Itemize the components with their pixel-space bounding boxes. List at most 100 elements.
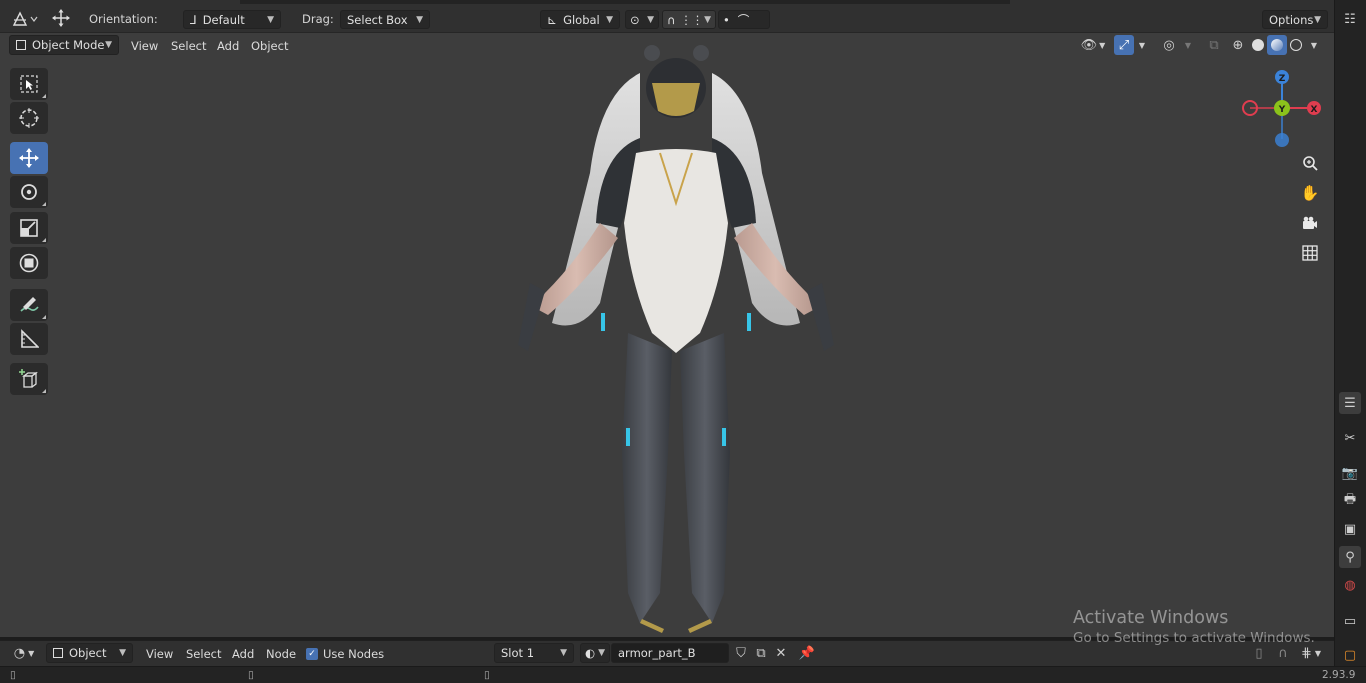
version-label: 2.93.9 [1322, 668, 1356, 681]
material-sphere-icon: ◐ [585, 646, 596, 660]
annotate-tool[interactable] [10, 289, 48, 321]
outliner-icon[interactable]: ☷ [1339, 8, 1361, 30]
visibility-eye-icon[interactable]: 👁 ▼ [1077, 35, 1109, 55]
backdrop-icon[interactable]: ▯ [1248, 643, 1270, 663]
rendered-shading-icon[interactable] [1286, 35, 1306, 55]
editor-type-icon[interactable]: ◔ ▼ [8, 643, 40, 663]
global-axis-icon: ⊾ [547, 12, 558, 27]
transform-tool[interactable] [10, 247, 48, 279]
collection-properties-icon[interactable]: ▭ [1339, 610, 1361, 632]
xray-icon[interactable]: ⧉ [1203, 35, 1225, 55]
use-nodes-checkbox[interactable]: ✓ Use Nodes [306, 646, 384, 662]
view-layer-icon[interactable]: ▣ [1339, 518, 1361, 540]
object-properties-icon[interactable]: ▢ [1339, 644, 1361, 666]
move-tool[interactable] [10, 142, 48, 174]
shader-menu-add[interactable]: Add [232, 646, 254, 662]
pan-hand-icon[interactable]: ✋ [1297, 180, 1323, 206]
proportional-edit-dropdown[interactable]: • ⌒ [718, 10, 770, 29]
snap-magnet-icon: ∩ [667, 12, 676, 27]
snap-dropdown[interactable]: ∩ ⋮⋮ ▼ [662, 10, 716, 29]
duplicate-material-icon[interactable]: ⧉ [750, 643, 772, 663]
shader-type-value: Object [69, 646, 107, 660]
rotate-icon [21, 184, 37, 200]
tool-properties-icon[interactable]: ☰ [1339, 392, 1361, 414]
pivot-point-dropdown[interactable]: ⊙ ▼ [625, 10, 659, 29]
select-box-icon [20, 75, 38, 93]
gizmo-z-label: Z [1279, 74, 1286, 84]
gizmo-y-label: Y [1278, 105, 1286, 115]
material-browse-dropdown[interactable]: ◐ ▼ [580, 643, 610, 663]
scene-properties-icon[interactable]: ⚲ [1339, 546, 1361, 568]
menu-object[interactable]: Object [251, 38, 288, 54]
orientation-label: Orientation: [89, 12, 158, 26]
object-mode-dropdown[interactable]: Object Mode ▼ [9, 35, 119, 55]
rotate-tool[interactable] [10, 176, 48, 208]
snapping-icon[interactable]: ∩ [1272, 643, 1294, 663]
grid-icon[interactable] [1297, 240, 1323, 266]
object-mode-value: Object Mode [32, 38, 105, 52]
render-tools-icon[interactable]: ✂ [1339, 427, 1361, 449]
proportional-edit-icon: • [723, 12, 730, 27]
orientation-value: Default [202, 12, 245, 27]
drag-value: Select Box [347, 12, 408, 27]
render-properties-icon[interactable]: 📷 [1339, 462, 1361, 484]
mouse-middle-icon: ▯ [248, 668, 254, 681]
3d-viewport[interactable]: Z X Y ✋ ✓✓✓ [0, 33, 1349, 637]
slot-dropdown[interactable]: Slot 1 ▼ [494, 643, 574, 663]
chevron-down-icon: ▼ [704, 14, 711, 25]
status-bar [0, 666, 1366, 683]
pivot-point-icon: ⊙ [630, 12, 640, 27]
material-shading-icon[interactable] [1267, 35, 1287, 55]
select-box-tool[interactable] [10, 68, 48, 100]
navigation-gizmo[interactable]: Z X Y [1237, 63, 1327, 153]
chevron-down-icon: ▼ [416, 14, 423, 25]
drag-dropdown[interactable]: Select Box ▼ [340, 10, 430, 29]
blender-window: Z X Y ✋ ✓✓✓ [0, 0, 1366, 683]
world-properties-icon[interactable]: ◍ [1339, 574, 1361, 596]
transform-space-value: Global [563, 12, 600, 27]
pin-icon[interactable]: 📌 [796, 643, 818, 663]
shader-menu-view[interactable]: View [146, 646, 173, 662]
properties-sidebar [1334, 0, 1366, 670]
shader-menu-select[interactable]: Select [186, 646, 221, 662]
zoom-icon[interactable] [1297, 150, 1323, 176]
chevron-down-icon[interactable]: ▼ [1180, 35, 1196, 55]
slot-value: Slot 1 [501, 646, 535, 660]
snap-increment-icon[interactable]: ⋕ ▼ [1294, 643, 1328, 663]
material-name-field[interactable]: armor_part_B [611, 643, 729, 663]
shader-type-dropdown[interactable]: Object ▼ [46, 643, 133, 663]
camera-icon[interactable] [1297, 210, 1323, 236]
orientation-dropdown[interactable]: ⅃ Default ▼ [183, 10, 281, 29]
options-dropdown[interactable]: Options ▼ [1262, 10, 1328, 29]
chevron-down-icon[interactable]: ▼ [1134, 35, 1150, 55]
scale-tool[interactable] [10, 212, 48, 244]
editor-type-icon[interactable] [10, 9, 40, 29]
measure-tool[interactable] [10, 323, 48, 355]
workspace-tab-strip[interactable] [240, 0, 1010, 4]
chevron-down-icon: ▼ [105, 40, 112, 50]
solid-shading-icon[interactable] [1248, 35, 1268, 55]
chevron-down-icon: ▼ [598, 648, 605, 658]
menu-select[interactable]: Select [171, 38, 206, 54]
transform-pivot-icon[interactable] [50, 8, 72, 28]
character-model [518, 45, 834, 633]
activate-windows-watermark: Activate Windows Go to Settings to activ… [1073, 608, 1315, 646]
options-label: Options [1269, 12, 1314, 27]
output-properties-icon[interactable]: 🖶 [1339, 490, 1361, 512]
mouse-left-icon: ▯ [10, 668, 16, 681]
shader-menu-node[interactable]: Node [266, 646, 296, 662]
wireframe-shading-icon[interactable]: ⊕ [1228, 35, 1248, 55]
transform-orientation-dropdown[interactable]: ⊾ Global ▼ [540, 10, 620, 29]
menu-view[interactable]: View [131, 38, 158, 54]
gizmo-toggle-icon[interactable]: ⤢ [1114, 35, 1134, 55]
add-cube-tool[interactable] [10, 363, 48, 395]
unlink-material-icon[interactable]: ✕ [770, 643, 792, 663]
transform-icon [19, 253, 39, 273]
fake-user-shield-icon[interactable]: ⛉ [730, 643, 752, 663]
cursor-tool[interactable] [10, 102, 48, 134]
menu-add[interactable]: Add [217, 38, 239, 54]
chevron-down-icon[interactable]: ▼ [1306, 35, 1322, 55]
gizmo-x-label: X [1311, 105, 1318, 115]
chevron-down-icon: ▼ [560, 648, 567, 658]
overlays-icon[interactable]: ◎ [1158, 35, 1180, 55]
